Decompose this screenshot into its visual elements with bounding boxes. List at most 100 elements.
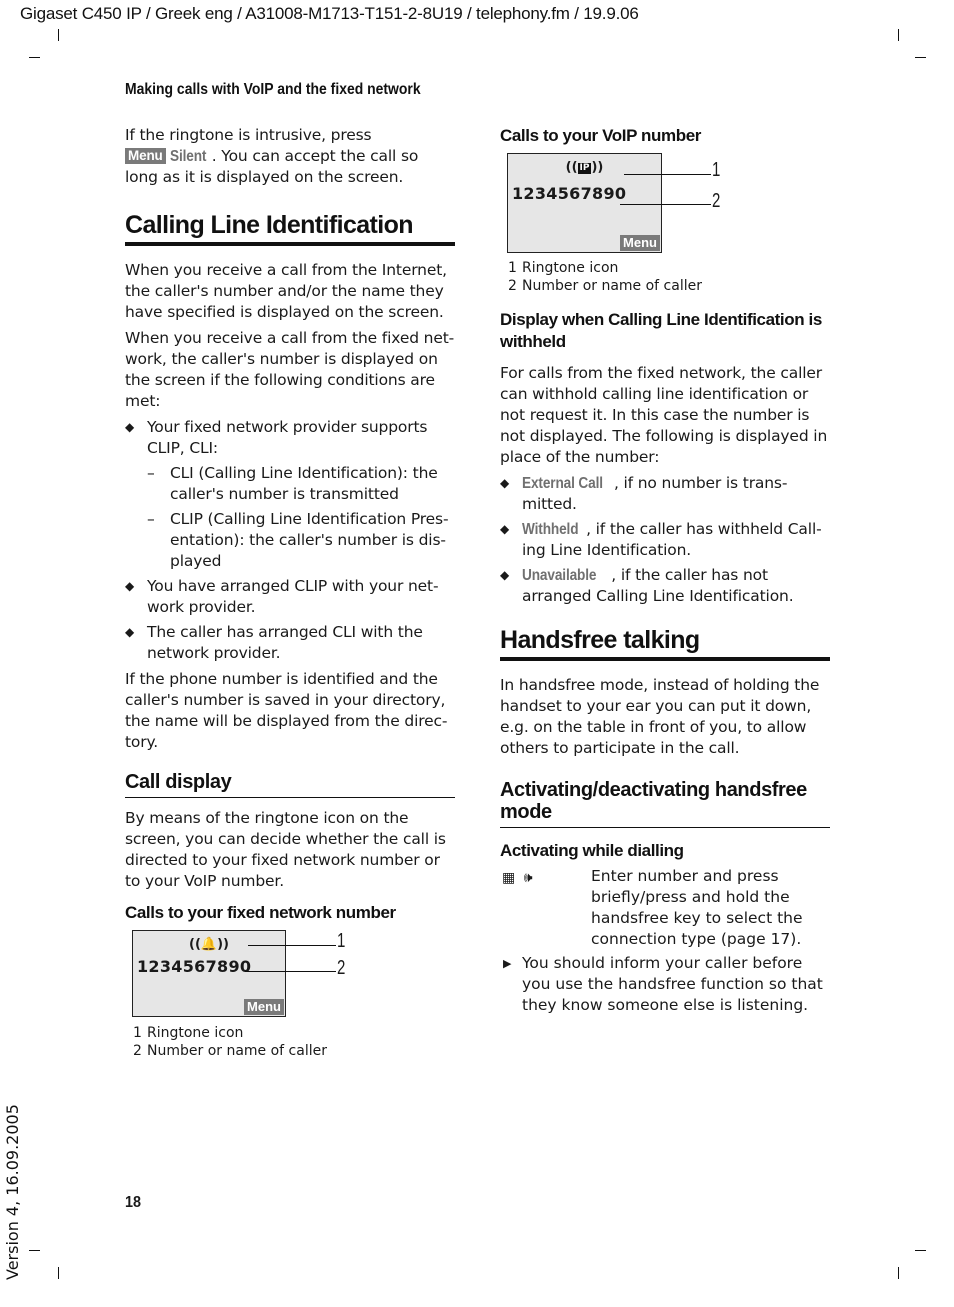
subsection-heading-activate-handsfree: Activating/deactivating handsfree mode bbox=[500, 779, 830, 828]
withheld-item: ◆ Withheld, if the caller has withheld Ca… bbox=[500, 519, 830, 561]
diamond-bullet-icon: ◆ bbox=[125, 625, 135, 639]
clip-paragraph-1: When you receive a call from the Interne… bbox=[125, 261, 447, 321]
callout-number: 1 bbox=[337, 930, 346, 952]
fixed-network-display-figure: ((🔔)) 1234567890 Menu 1 2 bbox=[125, 930, 455, 1018]
ip-badge: IP bbox=[577, 163, 592, 174]
heading-clip-withheld: Display when Calling Line Identification… bbox=[500, 310, 822, 351]
legend-item: 1 Ringtone icon bbox=[133, 1024, 455, 1042]
diamond-bullet-icon: ◆ bbox=[500, 522, 510, 536]
callout-number: 2 bbox=[712, 190, 721, 212]
diamond-bullet-icon: ◆ bbox=[500, 568, 510, 582]
caller-number: 1234567890 bbox=[137, 957, 252, 976]
legend-number: 2 bbox=[133, 1043, 142, 1059]
callout-leader-line bbox=[245, 971, 336, 972]
legend-item: 1 Ringtone icon bbox=[508, 259, 830, 277]
section-heading-clip: Calling Line Identification bbox=[125, 210, 455, 246]
clip-paragraph-3: If the phone number is identified and th… bbox=[125, 670, 448, 751]
menu-key: Menu bbox=[125, 148, 166, 164]
handset-display: ((🔔)) 1234567890 Menu bbox=[132, 930, 286, 1017]
diamond-bullet-icon: ◆ bbox=[125, 420, 135, 434]
intro-text-continued: . You can accept the call so long as it … bbox=[125, 147, 419, 186]
diamond-bullet-icon: ◆ bbox=[125, 579, 135, 593]
ring-waves-right: )) bbox=[591, 160, 604, 175]
crop-mark bbox=[58, 29, 59, 41]
heading-activating-while-dialling: Activating while dialling bbox=[500, 841, 684, 860]
unavailable-label: Unavailable bbox=[522, 567, 597, 584]
crop-mark bbox=[915, 1250, 926, 1251]
condition-item: ◆ You have arranged CLIP with your net-w… bbox=[125, 576, 455, 618]
external-call-label: External Call bbox=[522, 475, 603, 492]
arrow-bullet-icon: ▶ bbox=[503, 957, 512, 970]
withheld-paragraph: For calls from the fixed network, the ca… bbox=[500, 364, 828, 466]
legend-text: Number or name of caller bbox=[522, 278, 702, 294]
intro-paragraph: If the ringtone is intrusive, press Menu… bbox=[125, 125, 455, 188]
callout-number: 2 bbox=[337, 957, 346, 979]
handsfree-paragraph: In handsfree mode, instead of holding th… bbox=[500, 676, 820, 757]
note-item: ▶ You should inform your caller before yo… bbox=[500, 953, 830, 1016]
voip-display-figure: ((IP)) 1234567890 Menu 1 2 bbox=[500, 153, 830, 253]
subitem-text: CLI (Calling Line Identification): the c… bbox=[170, 464, 438, 503]
note-text: You should inform your caller before you… bbox=[522, 954, 823, 1014]
page-number: 18 bbox=[125, 1194, 142, 1211]
crop-mark bbox=[29, 57, 40, 58]
legend-text: Ringtone icon bbox=[147, 1025, 244, 1041]
condition-item: ◆ Your fixed network provider supports C… bbox=[125, 417, 455, 572]
display-menu-softkey: Menu bbox=[620, 235, 660, 251]
right-column: Calls to your VoIP number ((IP)) 1234567… bbox=[500, 125, 830, 1016]
callout-number: 1 bbox=[712, 159, 721, 181]
withheld-display-list: ◆ External Call, if no number is trans-mi… bbox=[500, 473, 830, 607]
conditions-list: ◆ Your fixed network provider supports C… bbox=[125, 417, 455, 664]
crop-mark bbox=[898, 29, 899, 41]
callout-leader-line bbox=[624, 174, 711, 175]
legend-number: 1 bbox=[508, 260, 517, 276]
crop-mark bbox=[58, 1267, 59, 1279]
ring-waves-left: (( bbox=[565, 160, 578, 175]
condition-sublist: – CLI (Calling Line Identification): the … bbox=[147, 463, 455, 572]
document-meta-line: Gigaset C450 IP / Greek eng / A31008-M17… bbox=[20, 4, 639, 23]
figure-legend: 1 Ringtone icon 2 Number or name of caller bbox=[133, 1024, 455, 1060]
withheld-item: ◆ External Call, if no number is trans-mi… bbox=[500, 473, 830, 515]
crop-mark bbox=[29, 1250, 40, 1251]
subitem-text: CLIP (Calling Line Identification Pres-e… bbox=[170, 510, 449, 570]
condition-item: ◆ The caller has arranged CLI with the n… bbox=[125, 622, 455, 664]
legend-number: 1 bbox=[133, 1025, 142, 1041]
legend-item: 2 Number or name of caller bbox=[133, 1042, 455, 1060]
section-heading-handsfree: Handsfree talking bbox=[500, 625, 830, 661]
subsection-heading-call-display: Call display bbox=[125, 771, 455, 798]
heading-fixed-network-calls: Calls to your fixed network number bbox=[125, 903, 396, 922]
callout-leader-line bbox=[620, 204, 711, 205]
intro-text: If the ringtone is intrusive, press bbox=[125, 126, 372, 144]
withheld-label: Withheld bbox=[522, 521, 579, 538]
clip-paragraph-2: When you receive a call from the fixed n… bbox=[125, 329, 455, 410]
crop-mark bbox=[898, 1267, 899, 1279]
condition-subitem: – CLI (Calling Line Identification): the … bbox=[147, 463, 455, 505]
legend-number: 2 bbox=[508, 278, 517, 294]
heading-voip-calls: Calls to your VoIP number bbox=[500, 126, 701, 145]
withheld-item: ◆ Unavailable , if the caller has not arr… bbox=[500, 565, 830, 607]
callout-leader-line bbox=[248, 945, 336, 946]
crop-mark bbox=[915, 57, 926, 58]
key-icons: ▦ 🕪 bbox=[502, 868, 533, 889]
ip-ringtone-icon: ((IP)) bbox=[508, 160, 661, 175]
dialling-instruction: ▦ 🕪 Enter number and press briefly/press… bbox=[500, 866, 830, 950]
figure-legend: 1 Ringtone icon 2 Number or name of caller bbox=[508, 259, 830, 295]
note-list: ▶ You should inform your caller before yo… bbox=[500, 953, 830, 1016]
dash-bullet-icon: – bbox=[147, 510, 155, 528]
handset-display: ((IP)) 1234567890 Menu bbox=[507, 153, 662, 253]
condition-text: The caller has arranged CLI with the net… bbox=[147, 623, 423, 662]
condition-text: You have arranged CLIP with your net-wor… bbox=[147, 577, 439, 616]
condition-text: Your fixed network provider supports CLI… bbox=[147, 418, 428, 457]
left-column: If the ringtone is intrusive, press Menu… bbox=[125, 125, 455, 1066]
legend-text: Number or name of caller bbox=[147, 1043, 327, 1059]
diamond-bullet-icon: ◆ bbox=[500, 476, 510, 490]
condition-subitem: – CLIP (Calling Line Identification Pres-… bbox=[147, 509, 455, 572]
legend-text: Ringtone icon bbox=[522, 260, 619, 276]
dash-bullet-icon: – bbox=[147, 464, 155, 482]
keypad-icon: ▦ bbox=[502, 870, 516, 886]
legend-item: 2 Number or name of caller bbox=[508, 277, 830, 295]
dialling-instruction-text: Enter number and press briefly/press and… bbox=[591, 867, 803, 948]
display-menu-softkey: Menu bbox=[244, 999, 284, 1015]
caller-number: 1234567890 bbox=[512, 184, 627, 203]
call-display-paragraph: By means of the ringtone icon on the scr… bbox=[125, 809, 446, 890]
silent-softkey: Silent bbox=[170, 148, 207, 165]
